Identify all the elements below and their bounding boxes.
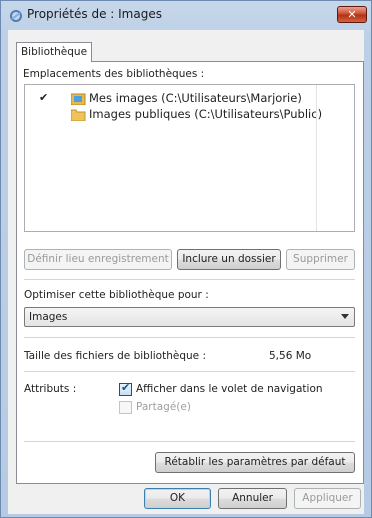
separator xyxy=(24,279,355,280)
default-location-check: ✔ xyxy=(39,91,49,104)
column-divider xyxy=(316,85,317,231)
cancel-button[interactable]: Annuler xyxy=(218,488,287,509)
set-save-location-button[interactable]: Définir lieu enregistrement xyxy=(24,249,172,270)
tab-panel: Emplacements des bibliothèques : ✔ Mes i… xyxy=(16,61,364,484)
tab-bibliotheque[interactable]: Bibliothèque xyxy=(16,42,92,62)
locations-list[interactable]: ✔ Mes images (C:\Utilisateurs\Marjorie) … xyxy=(24,84,355,232)
list-item[interactable]: Images publiques (C:\Utilisateurs\Public… xyxy=(25,107,322,123)
chevron-down-icon xyxy=(341,314,349,319)
title-bar[interactable]: Propriétés de : Images ✕ xyxy=(1,1,371,29)
library-icon xyxy=(10,10,22,22)
locations-heading: Emplacements des bibliothèques : xyxy=(23,68,205,80)
show-in-navigation-label: Afficher dans le volet de navigation xyxy=(136,383,323,395)
list-item-label: Mes images (C:\Utilisateurs\Marjorie) xyxy=(89,91,302,105)
remove-button[interactable]: Supprimer xyxy=(286,249,355,270)
separator xyxy=(24,441,355,442)
show-in-navigation-checkbox[interactable] xyxy=(119,381,132,396)
ok-button[interactable]: OK xyxy=(144,488,211,509)
optimize-select-value: Images xyxy=(29,311,68,323)
pictures-library-icon xyxy=(71,93,86,105)
client-area: Bibliothèque Emplacements des bibliothèq… xyxy=(8,30,364,514)
attributes-label: Attributs : xyxy=(24,383,77,395)
list-item[interactable]: ✔ Mes images (C:\Utilisateurs\Marjorie) xyxy=(25,91,316,107)
optimize-select[interactable]: Images xyxy=(24,307,355,327)
separator xyxy=(24,337,355,338)
folder-icon xyxy=(71,109,86,121)
size-value: 5,56 Mo xyxy=(269,350,312,362)
shared-label: Partagé(e) xyxy=(136,401,191,413)
separator xyxy=(24,371,355,372)
restore-defaults-button[interactable]: Rétablir les paramètres par défaut xyxy=(155,452,355,473)
window-title: Propriétés de : Images xyxy=(27,7,162,21)
shared-checkbox[interactable] xyxy=(119,401,132,414)
properties-window: Propriétés de : Images ✕ Bibliothèque Em… xyxy=(0,0,372,518)
size-label: Taille des fichiers de bibliothèque : xyxy=(24,350,206,362)
close-button[interactable]: ✕ xyxy=(337,6,367,23)
include-folder-button[interactable]: Inclure un dossier xyxy=(177,249,281,270)
apply-button[interactable]: Appliquer xyxy=(294,488,361,509)
list-item-label: Images publiques (C:\Utilisateurs\Public… xyxy=(89,107,323,121)
optimize-label: Optimiser cette bibliothèque pour : xyxy=(24,289,209,301)
